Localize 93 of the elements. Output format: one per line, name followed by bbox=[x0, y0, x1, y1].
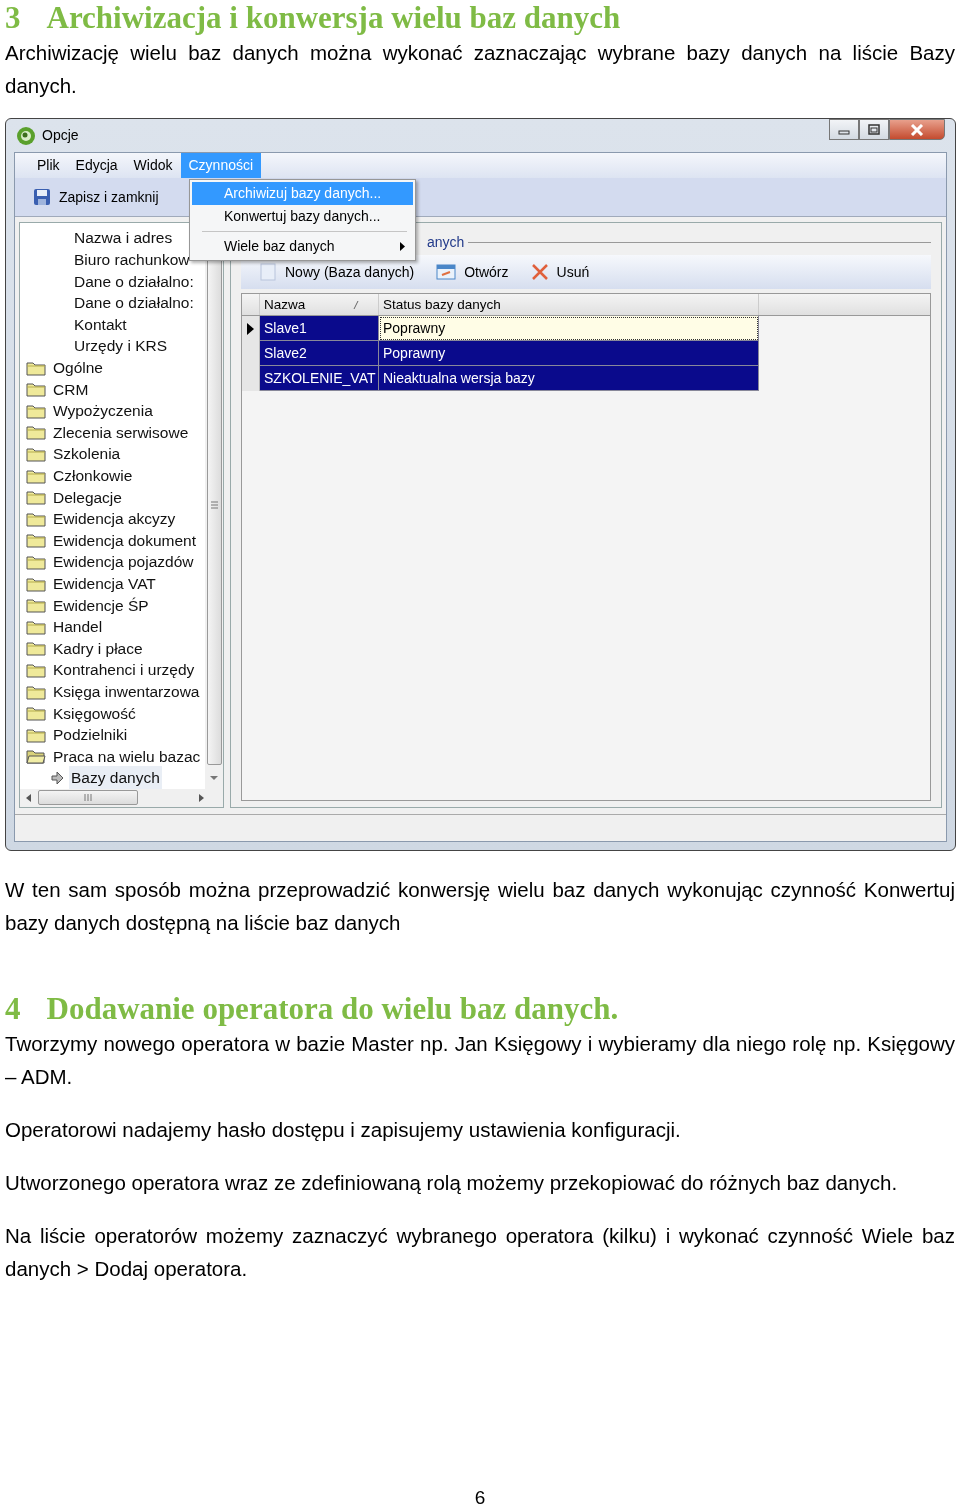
tree-item[interactable]: Ewidencja dokument bbox=[20, 529, 205, 552]
table-cell: Poprawny bbox=[379, 341, 759, 367]
grip-icon bbox=[84, 794, 92, 802]
tree-item[interactable]: Księga inwentarzowa bbox=[20, 680, 205, 703]
folder-icon bbox=[26, 640, 46, 657]
folder-icon bbox=[26, 402, 46, 419]
submenu-arrow-icon bbox=[400, 242, 405, 251]
tree-item[interactable]: Księgowość bbox=[20, 702, 205, 724]
save-button[interactable]: Zapisz i zamknij bbox=[29, 184, 163, 210]
close-icon bbox=[910, 123, 924, 136]
paragraph: Na liście operatorów możemy zaznaczyć wybranego operatora (kilku) i wykonać czynność Wiele baz danych > Dodaj operatora. bbox=[5, 1223, 955, 1282]
group-caption: anych bbox=[427, 232, 465, 252]
tree-item[interactable]: Podzielniki bbox=[20, 723, 205, 746]
menu-item[interactable]: Konwertuj bazy danych... bbox=[192, 205, 413, 228]
table-cell: Poprawny bbox=[379, 316, 759, 342]
delete-icon bbox=[530, 263, 549, 282]
grip-icon bbox=[210, 501, 218, 510]
form-icon bbox=[436, 263, 457, 282]
folder-icon bbox=[26, 554, 46, 570]
folder-icon bbox=[26, 532, 46, 549]
folder-icon bbox=[26, 726, 46, 743]
table-cell: Nieaktualna wersja bazy bbox=[379, 366, 759, 392]
folder-icon bbox=[26, 467, 46, 484]
maximize-icon bbox=[868, 124, 880, 135]
close-button[interactable] bbox=[889, 119, 945, 140]
folder-icon bbox=[26, 510, 46, 527]
folder-icon bbox=[26, 705, 46, 722]
tree-item[interactable]: Ewidencja akcyzy bbox=[20, 508, 205, 530]
tree-item[interactable]: Ewidencja VAT bbox=[20, 572, 205, 595]
tree-item[interactable]: Kadry i płace bbox=[20, 637, 205, 660]
scroll-right-icon bbox=[198, 793, 204, 802]
folder-icon bbox=[26, 575, 46, 592]
heading-number: 3 bbox=[5, 0, 21, 36]
tree-item[interactable]: Ogólne bbox=[20, 356, 205, 379]
tree-item[interactable]: Kontakt bbox=[20, 313, 205, 336]
scroll-left-icon bbox=[26, 793, 32, 802]
tree-item[interactable]: Zlecenia serwisowe bbox=[20, 421, 205, 444]
tree-item[interactable]: CRM bbox=[20, 378, 205, 401]
folder-icon bbox=[26, 661, 46, 678]
menu-item[interactable]: Plik bbox=[29, 153, 68, 179]
folder-icon bbox=[26, 489, 46, 506]
toolbar-button[interactable]: Nowy (Baza danych) bbox=[255, 259, 419, 285]
table-cell: SZKOLENIE_VAT bbox=[260, 366, 379, 392]
scroll-down-icon bbox=[210, 774, 218, 781]
menu-item[interactable]: Wiele baz danych bbox=[192, 235, 413, 258]
tree-item[interactable]: Kontrahenci i urzędy bbox=[20, 659, 205, 681]
heading-title: Dodawanie operatora do wielu baz danych. bbox=[46, 991, 619, 1027]
tree-item[interactable]: Członkowie bbox=[20, 464, 205, 487]
toolbar-button[interactable]: Usuń bbox=[526, 259, 594, 285]
tree-item[interactable]: Praca na wielu bazac bbox=[20, 745, 205, 768]
tree-item[interactable]: Ewidencje ŚP bbox=[20, 594, 205, 616]
column-header[interactable]: Nazwa bbox=[260, 294, 379, 316]
tree-item[interactable]: Delegacje bbox=[20, 486, 205, 508]
tree-item[interactable]: Wypożyczenia bbox=[20, 400, 205, 422]
arrow-icon bbox=[50, 770, 64, 785]
maximize-button[interactable] bbox=[859, 119, 889, 140]
column-header[interactable]: Status bazy danych bbox=[379, 294, 759, 316]
row-indicator[interactable] bbox=[242, 316, 260, 342]
paragraph: Utworzonego operatora wraz ze zdefiniowaną rolą możemy przekopiować do różnych baz danych. bbox=[5, 1170, 899, 1196]
folder-icon bbox=[26, 381, 46, 398]
tree-item[interactable]: Dane o działalno: bbox=[20, 270, 205, 293]
tree-item[interactable]: Urzędy i KRS bbox=[20, 335, 205, 357]
folder-icon bbox=[26, 359, 46, 376]
menu-item[interactable]: Widok bbox=[125, 153, 181, 179]
open-folder-icon bbox=[26, 748, 46, 765]
toolbar-button[interactable]: Otwórz bbox=[432, 259, 513, 285]
tree-item[interactable]: Szkolenia bbox=[20, 443, 205, 465]
app-icon bbox=[16, 125, 36, 146]
folder-icon bbox=[26, 597, 46, 614]
folder-icon bbox=[26, 446, 46, 462]
tree-item[interactable]: Ewidencja pojazdów bbox=[20, 551, 205, 573]
table-cell: Slave2 bbox=[260, 341, 379, 367]
current-row-icon bbox=[247, 322, 254, 335]
blank-page-icon bbox=[259, 263, 277, 282]
scrollbar-thumb[interactable] bbox=[38, 790, 138, 806]
sort-icon bbox=[352, 299, 360, 310]
page-number: 6 bbox=[473, 1486, 487, 1507]
paragraph: Archiwizację wielu baz danych można wykonać zaznaczając wybrane bazy danych na liście Bazy danych. bbox=[5, 40, 955, 99]
heading-title: Archiwizacja i konwersja wielu baz danych bbox=[46, 0, 621, 36]
paragraph: Tworzymy nowego operatora w bazie Master np. Jan Księgowy i wybieramy dla niego rolę np. Księgowy – ADM. bbox=[5, 1031, 955, 1090]
table-cell: Slave1 bbox=[260, 316, 379, 342]
window-title: Opcje bbox=[42, 126, 79, 145]
folder-icon bbox=[26, 424, 46, 441]
heading-number: 4 bbox=[5, 991, 21, 1027]
paragraph: W ten sam sposób można przeprowadzić konwersję wielu baz danych wykonując czynność Konwertuj bazy danych dostępną na liście baz danych bbox=[5, 877, 955, 936]
folder-icon bbox=[26, 618, 46, 635]
horizontal-scrollbar[interactable] bbox=[20, 788, 223, 807]
tree-item[interactable]: Dane o działalno: bbox=[20, 292, 205, 314]
tree-item[interactable]: Handel bbox=[20, 615, 205, 638]
minimize-button[interactable] bbox=[829, 119, 859, 140]
paragraph: Operatorowi nadajemy hasło dostępu i zapisujemy ustawienia konfiguracji. bbox=[5, 1117, 682, 1143]
menu-item[interactable]: Edycja bbox=[67, 153, 126, 179]
folder-icon bbox=[26, 683, 46, 700]
